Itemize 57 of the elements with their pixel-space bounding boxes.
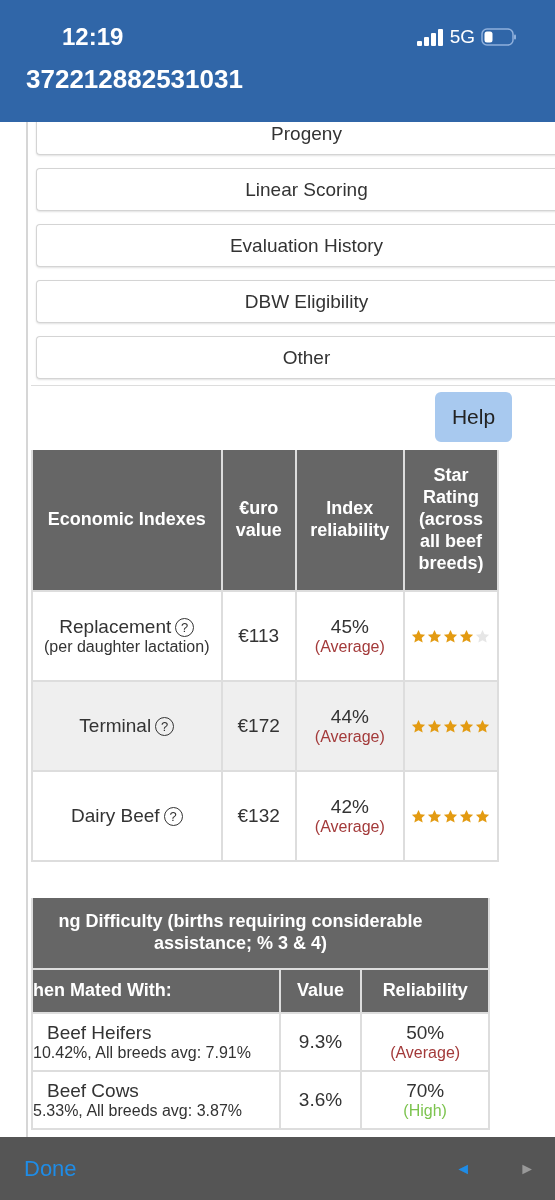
column-header: €uro value <box>221 450 296 591</box>
menu-button[interactable]: DBW Eligibility <box>36 280 555 323</box>
reliability-label: (High) <box>402 1102 448 1120</box>
star-icon <box>459 718 475 734</box>
network-label: 5G <box>449 26 475 48</box>
table-cell: 3.6% <box>279 1071 362 1129</box>
column-header: Economic Indexes <box>32 450 222 591</box>
column-header: Value <box>279 969 362 1013</box>
reliability-value: 50% <box>405 1022 446 1044</box>
index-name: Replacement <box>59 616 172 638</box>
reliability-label: (Average) <box>313 818 386 836</box>
table-title: ng Difficulty (births requiring considerable assistance; % 3 & 4) <box>32 898 489 969</box>
mating-note: 10.42%, All breeds avg: 7.91% <box>33 1044 252 1062</box>
star-icon <box>411 628 427 644</box>
column-header: hen Mated With: <box>32 969 280 1013</box>
help-button[interactable]: Help <box>435 392 512 442</box>
table-cell: €172 <box>221 681 296 771</box>
star-icon <box>475 628 491 644</box>
star-icon <box>427 718 443 734</box>
column-header: Star Rating (across all beef breeds) <box>403 450 498 591</box>
reliability-label: (Average) <box>313 638 386 656</box>
reliability-value: 42% <box>329 796 370 818</box>
status-time: 12:19 <box>62 23 124 51</box>
star-icon <box>411 718 427 734</box>
index-note: (per daughter lactation) <box>43 638 211 656</box>
star-icon <box>443 718 459 734</box>
table-cell: 9.3% <box>279 1013 362 1071</box>
reliability-value: 45% <box>329 616 370 638</box>
mating-name: Beef Heifers <box>46 1022 153 1044</box>
column-header: Index reliability <box>295 450 404 591</box>
mating-note: 5.33%, All breeds avg: 3.87% <box>33 1102 244 1120</box>
mating-name: Beef Cows <box>46 1080 140 1102</box>
reliability-label: (Average) <box>313 728 386 746</box>
reliability-value: 70% <box>405 1080 446 1102</box>
star-icon <box>459 808 475 824</box>
star-icon <box>475 718 491 734</box>
menu-button[interactable]: Evaluation History <box>36 224 555 267</box>
star-icon <box>459 628 475 644</box>
star-icon <box>443 628 459 644</box>
battery-icon <box>481 28 517 46</box>
signal-icon <box>416 28 444 46</box>
star-icon <box>443 808 459 824</box>
table-cell: €132 <box>221 771 296 861</box>
star-icon <box>427 628 443 644</box>
reliability-value: 44% <box>329 706 370 728</box>
index-name: Terminal <box>79 715 152 737</box>
menu-button[interactable]: Progeny <box>36 122 555 155</box>
page-title: 372212882531031 <box>25 63 244 95</box>
column-header: Reliability <box>361 969 489 1013</box>
menu-button[interactable]: Linear Scoring <box>36 168 555 211</box>
table-cell: €113 <box>221 591 296 681</box>
index-name: Dairy Beef <box>70 805 160 827</box>
reliability-label: (Average) <box>389 1044 462 1062</box>
star-icon <box>427 808 443 824</box>
menu-button[interactable]: Other <box>36 336 555 379</box>
star-icon <box>475 808 491 824</box>
star-icon <box>411 808 427 824</box>
